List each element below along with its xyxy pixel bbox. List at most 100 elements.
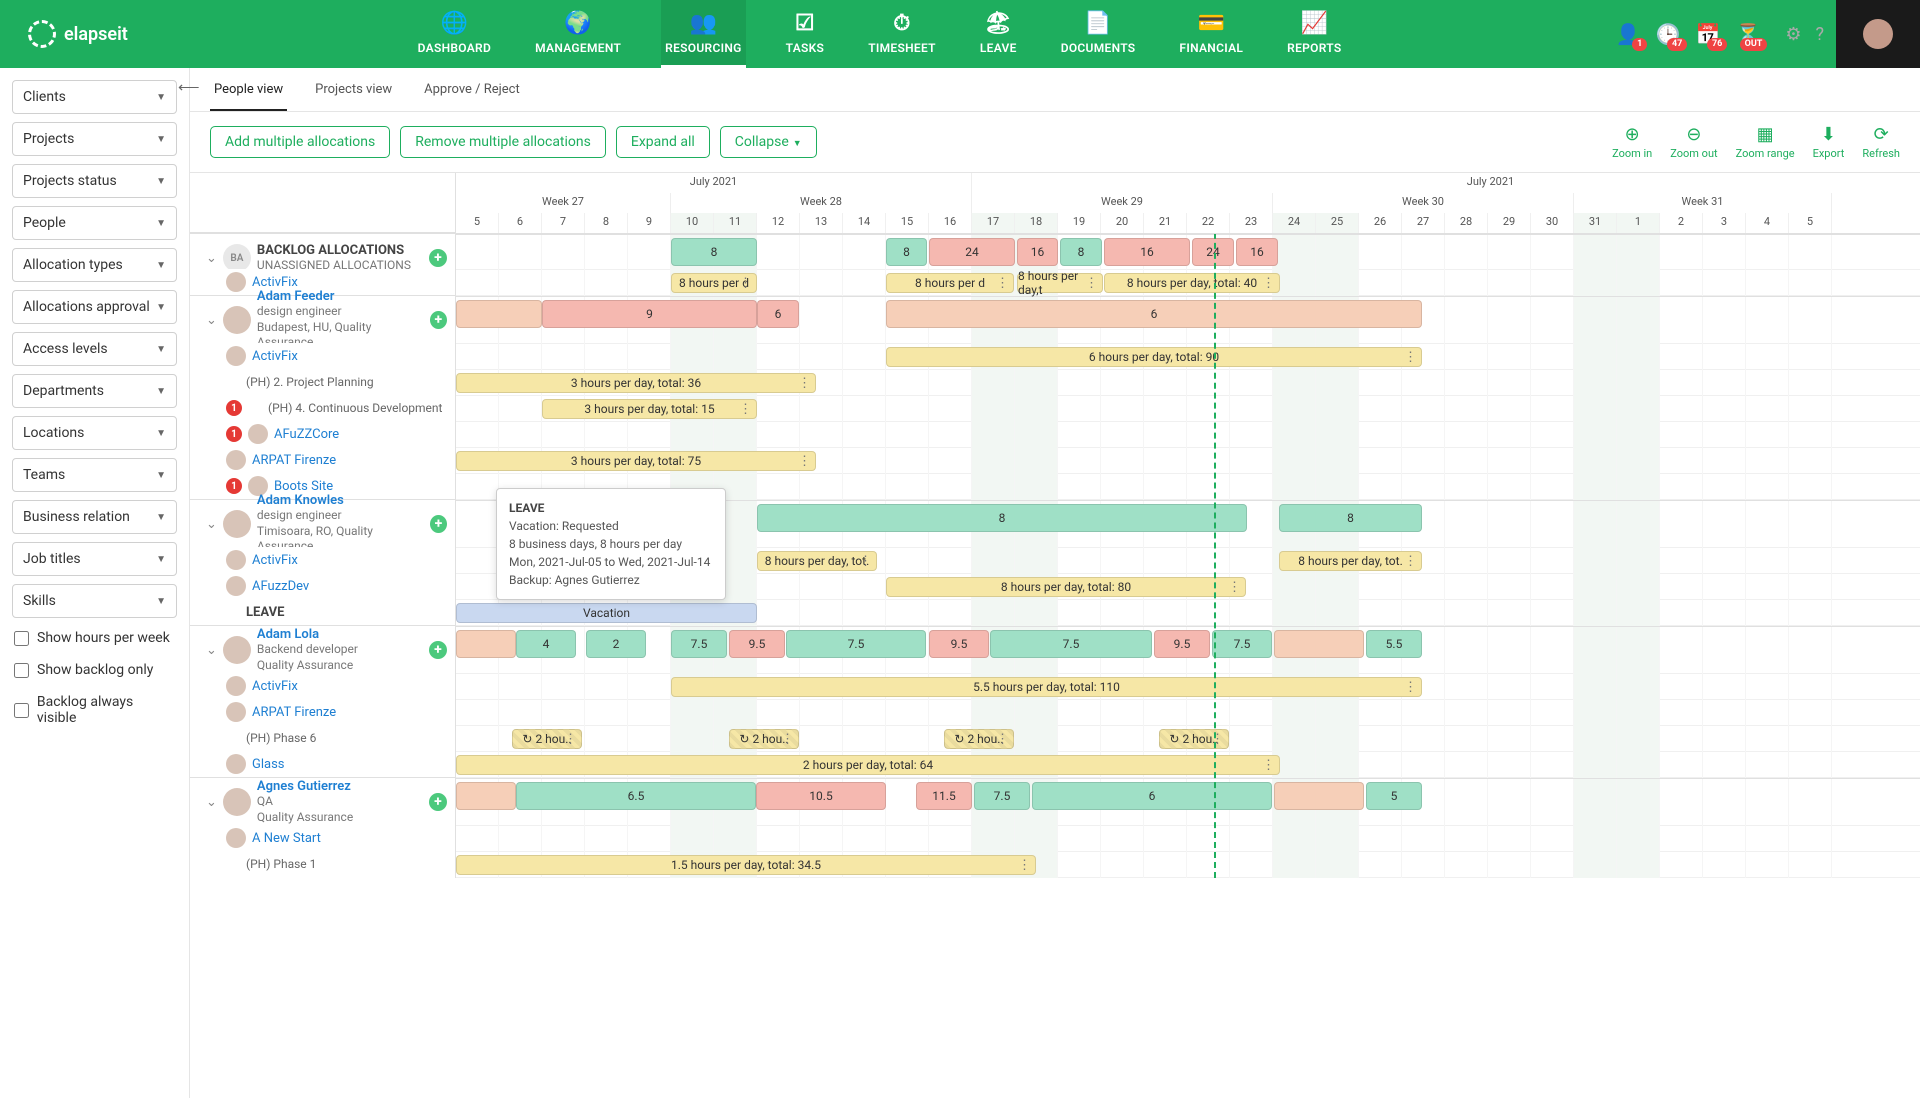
collapse-button[interactable]: Collapse▼ [720,126,817,158]
row-timeline[interactable]: 2 hours per day, total: 64⋮ [456,752,1920,778]
checkbox-backlog-always-visible[interactable]: Backlog always visible [12,690,177,730]
allocation-bar[interactable]: 8 hours per d⋮ [671,273,757,293]
allocation-bar[interactable]: 9.5 [929,630,989,658]
allocation-bar[interactable]: 3 hours per day, total: 15⋮ [542,399,757,419]
nav-financial[interactable]: 💳FINANCIAL [1175,0,1247,68]
person-name[interactable]: Agnes Gutierrez [257,779,353,794]
row-timeline[interactable]: 6.510.511.57.565 [456,779,1920,827]
allocation-bar[interactable]: 8 [671,238,757,266]
project-link[interactable]: AFuzzDev [252,579,309,594]
allocation-bar[interactable]: 7.5 [671,630,727,658]
checkbox-show-hours-per-week[interactable]: Show hours per week [12,626,177,650]
allocation-bar[interactable]: 5 [1366,782,1422,810]
bar-menu-icon[interactable]: ⋮ [996,732,1009,747]
allocation-bar[interactable]: 6.5 [516,782,756,810]
allocation-bar[interactable]: 4 [516,630,576,658]
nav-tasks[interactable]: ☑TASKS [782,0,829,68]
nav-timesheet[interactable]: ⏱TIMESHEET [864,0,940,68]
allocation-bar[interactable]: 8 [886,238,927,266]
project-link[interactable]: Boots Site [274,479,333,494]
allocation-bar[interactable]: 1.5 hours per day, total: 34.5⋮ [456,855,1036,875]
allocation-bar[interactable]: 9.5 [729,630,785,658]
allocation-bar[interactable]: 8 hours per day, tot.⋮ [757,551,877,571]
expand-icon[interactable]: ⌄ [206,251,217,266]
bar-menu-icon[interactable]: ⋮ [798,454,811,469]
remove-allocations-button[interactable]: Remove multiple allocations [400,126,606,158]
calendar-icon[interactable]: 📅76 [1695,21,1721,47]
allocation-bar[interactable]: 10.5 [756,782,886,810]
allocation-bar[interactable]: 8 hours per day,t⋮ [1017,273,1103,293]
allocation-bar[interactable]: Vacation [456,603,757,623]
row-timeline[interactable]: 3 hours per day, total: 15⋮ [456,396,1920,422]
nav-dashboard[interactable]: 🌐DASHBOARD [414,0,495,68]
allocation-bar[interactable]: 5.5 [1366,630,1422,658]
expand-icon[interactable]: ⌄ [206,313,217,328]
bar-menu-icon[interactable]: ⋮ [1262,276,1275,291]
bar-menu-icon[interactable]: ⋮ [1085,276,1098,291]
allocation-bar[interactable]: 8 hours per d⋮ [886,273,1014,293]
user-area[interactable] [1836,0,1920,68]
allocation-bar[interactable]: 7.5 [990,630,1152,658]
help-icon[interactable]: ? [1815,24,1824,45]
project-link[interactable]: A New Start [252,831,321,846]
expand-all-button[interactable]: Expand all [616,126,710,158]
filter-skills[interactable]: Skills▼ [12,584,177,618]
zoom-out-button[interactable]: ⊖Zoom out [1670,124,1717,160]
allocation-bar[interactable]: ↻ 2 hou..⋮ [729,729,799,749]
allocation-bar[interactable] [1274,782,1364,810]
expand-icon[interactable]: ⌄ [206,517,217,532]
filter-job-titles[interactable]: Job titles▼ [12,542,177,576]
expand-icon[interactable]: ⌄ [206,643,217,658]
row-timeline[interactable]: 6 hours per day, total: 90⋮ [456,344,1920,370]
allocation-bar[interactable]: 8 hours per day, tot.⋮ [1279,551,1422,571]
filter-allocations-approval[interactable]: Allocations approval▼ [12,290,177,324]
project-link[interactable]: ARPAT Firenze [252,705,336,720]
nav-leave[interactable]: 🏖LEAVE [976,0,1021,68]
filter-locations[interactable]: Locations▼ [12,416,177,450]
allocation-bar[interactable]: 24 [1192,238,1234,266]
allocation-bar[interactable]: ↻ 2 hou..⋮ [944,729,1014,749]
allocation-bar[interactable]: 11.5 [916,782,972,810]
bar-menu-icon[interactable]: ⋮ [1404,680,1417,695]
filter-departments[interactable]: Departments▼ [12,374,177,408]
project-link[interactable]: ActivFix [252,679,298,694]
allocation-bar[interactable] [1274,630,1364,658]
add-allocation-button[interactable]: + [429,249,447,267]
bar-menu-icon[interactable]: ⋮ [798,376,811,391]
bar-menu-icon[interactable]: ⋮ [1262,758,1275,773]
project-link[interactable]: ActivFix [252,275,298,290]
filter-projects[interactable]: Projects▼ [12,122,177,156]
bar-menu-icon[interactable]: ⋮ [739,402,752,417]
row-timeline[interactable]: ↻ 2 hou..⋮↻ 2 hou..⋮↻ 2 hou..⋮↻ 2 hou..⋮ [456,726,1920,752]
row-timeline[interactable]: 3 hours per day, total: 75⋮ [456,448,1920,474]
allocation-bar[interactable]: 7.5 [786,630,926,658]
project-link[interactable]: ARPAT Firenze [252,453,336,468]
zoom-in-button[interactable]: ⊕Zoom in [1612,124,1652,160]
person-name[interactable]: Adam Knowles [257,493,424,508]
allocation-bar[interactable]: 7.5 [974,782,1030,810]
add-allocation-button[interactable]: + [430,311,447,329]
bar-menu-icon[interactable]: ⋮ [1211,732,1224,747]
out-icon[interactable]: ⏳OUT [1735,21,1761,47]
schedule-grid[interactable]: ⌄BABACKLOG ALLOCATIONSUNASSIGNED ALLOCAT… [190,173,1920,1098]
allocation-bar[interactable]: 16 [1104,238,1190,266]
allocation-bar[interactable]: 16 [1236,238,1278,266]
filter-business-relation[interactable]: Business relation▼ [12,500,177,534]
allocation-bar[interactable]: 6 hours per day, total: 90⋮ [886,347,1422,367]
allocation-bar[interactable]: ↻ 2 hou..⋮ [512,729,582,749]
brand-logo[interactable]: elapseit [0,0,156,68]
row-timeline[interactable]: 8824168162416 [456,235,1920,271]
bar-menu-icon[interactable]: ⋮ [1018,858,1031,873]
add-allocation-button[interactable]: + [429,793,447,811]
bar-menu-icon[interactable]: ⋮ [1404,554,1417,569]
allocation-bar[interactable]: 24 [929,238,1015,266]
project-link[interactable]: ActivFix [252,349,298,364]
filter-projects-status[interactable]: Projects status▼ [12,164,177,198]
allocation-bar[interactable]: 2 [586,630,646,658]
allocation-bar[interactable]: 9 [542,300,757,328]
bar-menu-icon[interactable]: ⋮ [781,732,794,747]
allocation-bar[interactable]: 8 hours per day, total: 40⋮ [1104,273,1280,293]
clock-icon[interactable]: 🕒47 [1655,21,1681,47]
allocation-bar[interactable]: 6 [886,300,1422,328]
filter-clients[interactable]: Clients▼ [12,80,177,114]
